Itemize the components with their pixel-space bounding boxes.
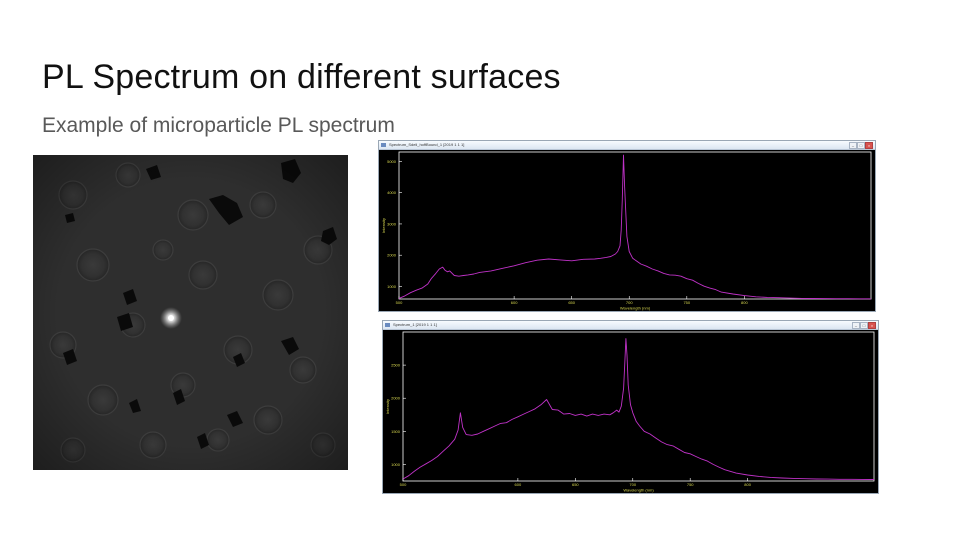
y-tick-label: 4000 [387, 190, 397, 195]
spectrum-chart-2: 1000 1500 2000 2500 500 600 650 700 750 800 Wavele… [383, 330, 878, 493]
y-tick-label: 2500 [391, 363, 401, 368]
y-tick-label: 1500 [391, 429, 401, 434]
spectrum-window-2: Spectrum_1 [2019 1 1 1] – □ × 1000 1500 20… [382, 320, 879, 494]
x-tick-label: 500 [396, 300, 403, 305]
slide-subtitle: Example of microparticle PL spectrum [42, 114, 395, 137]
x-tick-label: 600 [515, 482, 522, 487]
x-tick-label: 750 [687, 482, 694, 487]
y-tick-label: 3000 [387, 221, 397, 226]
y-tick-label: 1000 [387, 284, 397, 289]
y-tick-label: 2000 [387, 253, 397, 258]
y-axis-label: Intensity [385, 399, 390, 414]
microscope-image [33, 155, 348, 470]
app-icon [385, 323, 390, 327]
y-tick-label: 5000 [387, 159, 397, 164]
y-tick-label: 2000 [391, 396, 401, 401]
x-tick-label: 650 [572, 482, 579, 487]
x-tick-label: 500 [400, 482, 407, 487]
window-titlebar: Spectrum_1 [2019 1 1 1] – □ × [383, 321, 878, 330]
minimize-button[interactable]: – [849, 142, 857, 149]
window-title: Spectrum_1 [2019 1 1 1] [393, 322, 437, 327]
x-tick-label: 600 [511, 300, 518, 305]
app-icon [381, 143, 386, 147]
minimize-button[interactable]: – [852, 322, 860, 329]
x-tick-label: 800 [741, 300, 748, 305]
microparticle-image [33, 155, 348, 470]
maximize-button[interactable]: □ [860, 322, 868, 329]
y-axis-label: Intensity [381, 218, 386, 233]
close-button[interactable]: × [868, 322, 876, 329]
spectrum-window-1: Spectrum_Sdeli_hoffBound_1 [2019 1 1 1] … [378, 140, 876, 312]
x-axis-label: Wavelength (nm) [620, 306, 651, 311]
x-tick-label: 650 [568, 300, 575, 305]
maximize-button[interactable]: □ [857, 142, 865, 149]
close-button[interactable]: × [865, 142, 873, 149]
window-title: Spectrum_Sdeli_hoffBound_1 [2019 1 1 1] [389, 142, 465, 147]
spectrum-plot-2: 1000 1500 2000 2500 500 600 650 700 750 800 Wavele… [383, 330, 878, 493]
spectrum-chart-1: 1000 2000 3000 4000 5000 500 600 650 700 750 800 Wa… [379, 150, 875, 311]
slide-title: PL Spectrum on different surfaces [42, 58, 561, 96]
x-tick-label: 700 [626, 300, 633, 305]
spectrum-plot-1: 1000 2000 3000 4000 5000 500 600 650 700 750 800 Wa… [379, 150, 875, 311]
y-tick-label: 1000 [391, 462, 401, 467]
x-tick-label: 750 [683, 300, 690, 305]
window-titlebar: Spectrum_Sdeli_hoffBound_1 [2019 1 1 1] … [379, 141, 875, 150]
plot-area [383, 330, 878, 493]
x-tick-label: 800 [744, 482, 751, 487]
x-axis-label: Wavelength (nm) [623, 488, 654, 493]
x-tick-label: 700 [629, 482, 636, 487]
